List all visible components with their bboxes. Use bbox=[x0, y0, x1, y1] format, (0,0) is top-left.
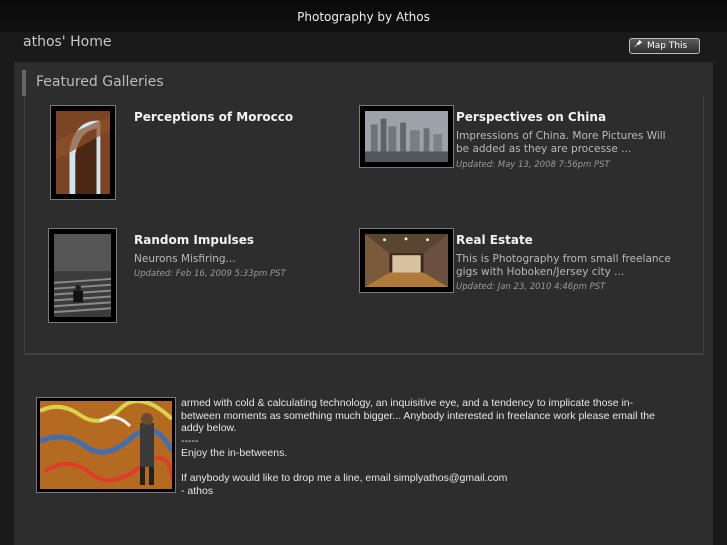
gallery-description-real-estate: This is Photography from small freelance… bbox=[456, 253, 671, 278]
gallery-thumbnail-real-estate[interactable] bbox=[359, 228, 454, 293]
gallery-updated-real-estate: Updated: Jan 23, 2010 4:46pm PST bbox=[456, 282, 606, 292]
gallery-thumbnail-china[interactable] bbox=[359, 105, 454, 168]
gallery-updated-china: Updated: May 13, 2008 7:56pm PST bbox=[456, 160, 610, 170]
gallery-title-random-impulses[interactable]: Random Impulses bbox=[134, 233, 254, 247]
site-header: Photography by Athos bbox=[0, 0, 727, 32]
bio-line: addy below. bbox=[181, 422, 237, 434]
bio-line: If anybody would like to drop me a line,… bbox=[181, 472, 508, 484]
section-divider bbox=[24, 354, 704, 355]
home-link[interactable]: athos' Home bbox=[23, 34, 111, 50]
gallery-title-real-estate[interactable]: Real Estate bbox=[456, 233, 533, 247]
gallery-title-china[interactable]: Perspectives on China bbox=[456, 110, 606, 124]
profile-photo bbox=[36, 397, 176, 493]
gallery-updated-random-impulses: Updated: Feb 16, 2009 5:33pm PST bbox=[134, 269, 286, 279]
bio-line: - athos bbox=[181, 484, 214, 497]
bio-line: Enjoy the in-betweens. bbox=[181, 447, 288, 459]
map-this-label: Map This bbox=[647, 41, 688, 51]
bio-line bbox=[181, 460, 696, 473]
gallery-title-morocco[interactable]: Perceptions of Morocco bbox=[134, 110, 293, 124]
map-this-button[interactable]: Map This bbox=[629, 38, 700, 54]
gallery-thumbnail-morocco[interactable] bbox=[50, 105, 116, 200]
featured-galleries-heading: Featured Galleries bbox=[22, 70, 704, 96]
pin-icon bbox=[634, 38, 643, 54]
site-title: Photography by Athos bbox=[297, 10, 430, 24]
gallery-description-china: Impressions of China. More Pictures Will… bbox=[456, 130, 666, 155]
bio-line: ----- bbox=[181, 434, 199, 447]
bio-line: between moments as something much bigger… bbox=[181, 409, 655, 422]
bio-line: armed with cold & calculating technology… bbox=[181, 397, 634, 409]
gallery-description-random-impulses: Neurons Misfiring... bbox=[134, 253, 236, 265]
bio-text: armed with cold & calculating technology… bbox=[181, 397, 696, 497]
gallery-thumbnail-random-impulses[interactable] bbox=[48, 228, 117, 323]
